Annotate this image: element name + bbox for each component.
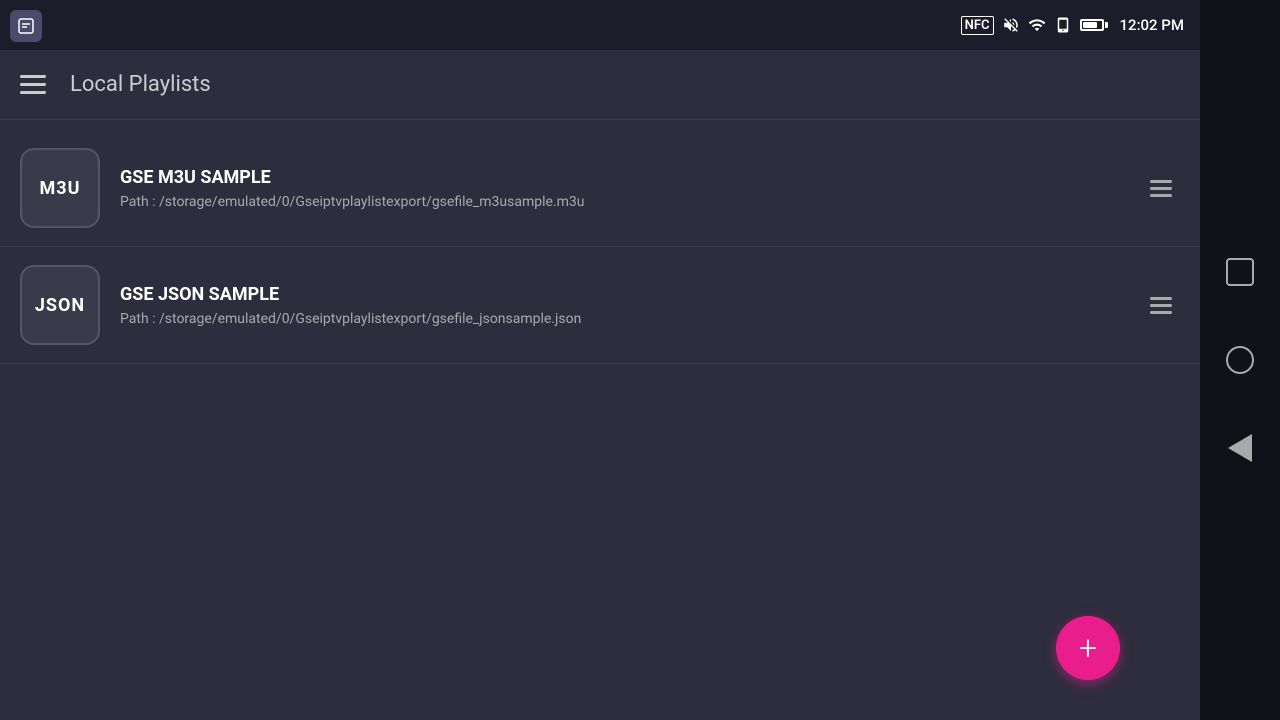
toolbar: Local Playlists (0, 50, 1200, 120)
playlist-m3u-name: GSE M3U SAMPLE (120, 167, 1122, 188)
signal-icon (1054, 16, 1072, 34)
recent-apps-button[interactable] (1226, 258, 1254, 286)
playlist-json-icon: JSON (20, 265, 100, 345)
playlist-icon-label: JSON (35, 295, 85, 316)
back-button[interactable] (1228, 434, 1252, 462)
content-area: M3U GSE M3U SAMPLE Path : /storage/emula… (0, 120, 1200, 720)
status-bar: NFC 12:02 PM (0, 0, 1200, 50)
nav-bar (1200, 0, 1280, 720)
playlist-json-path: Path : /storage/emulated/0/Gseiptvplayli… (120, 311, 1122, 327)
plus-icon: + (1079, 632, 1097, 664)
app-container: NFC 12:02 PM (0, 0, 1200, 720)
playlist-m3u-menu-button[interactable] (1142, 172, 1180, 205)
home-button[interactable] (1226, 346, 1254, 374)
playlist-m3u-icon: M3U (20, 148, 100, 228)
list-item[interactable]: M3U GSE M3U SAMPLE Path : /storage/emula… (0, 130, 1200, 247)
page-title: Local Playlists (70, 72, 211, 97)
menu-button[interactable] (20, 75, 46, 94)
nfc-icon: NFC (961, 16, 994, 35)
add-playlist-button[interactable]: + (1056, 616, 1120, 680)
wifi-icon (1028, 16, 1046, 34)
app-icon (10, 10, 42, 42)
status-icons: NFC 12:02 PM (961, 16, 1184, 35)
status-time: 12:02 PM (1120, 16, 1184, 34)
playlist-json-info: GSE JSON SAMPLE Path : /storage/emulated… (120, 284, 1122, 327)
playlist-json-name: GSE JSON SAMPLE (120, 284, 1122, 305)
mute-icon (1002, 16, 1020, 34)
list-item[interactable]: JSON GSE JSON SAMPLE Path : /storage/emu… (0, 247, 1200, 364)
playlist-m3u-info: GSE M3U SAMPLE Path : /storage/emulated/… (120, 167, 1122, 210)
playlist-json-menu-button[interactable] (1142, 289, 1180, 322)
playlist-icon-label: M3U (40, 178, 81, 199)
battery-icon (1080, 19, 1108, 31)
playlist-m3u-path: Path : /storage/emulated/0/Gseiptvplayli… (120, 194, 1122, 210)
